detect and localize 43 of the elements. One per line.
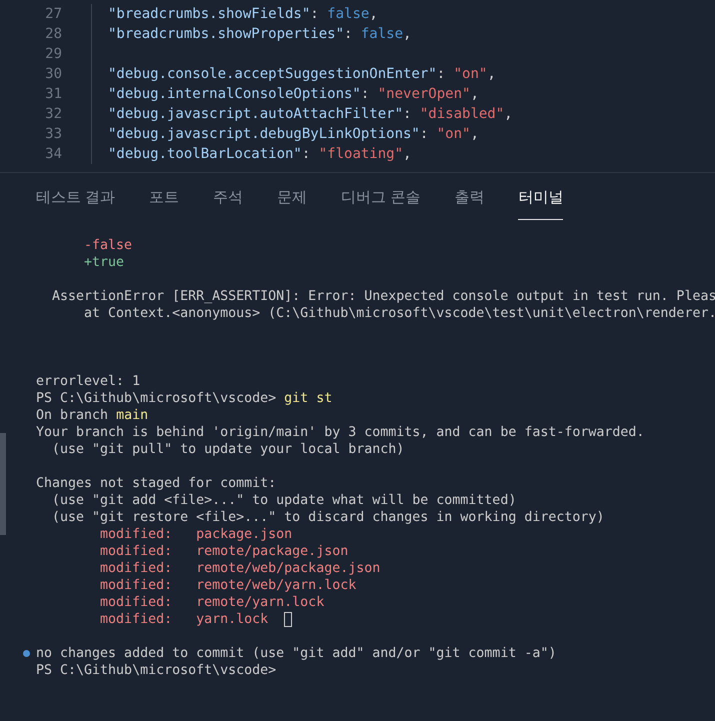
terminal-line: modified: remote/package.json bbox=[99, 543, 348, 560]
panel-tab[interactable]: 주석 bbox=[213, 186, 244, 220]
code-line: "debug.javascript.autoAttachFilter": "disabled", bbox=[108, 105, 513, 124]
code-line: "debug.toolBarLocation": "floating", bbox=[108, 145, 412, 164]
line-number: 28 bbox=[44, 25, 62, 44]
terminal-line: errorlevel: 1 bbox=[36, 373, 140, 390]
terminal-line: Changes not staged for commit: bbox=[36, 475, 276, 492]
panel-tab[interactable]: 포트 bbox=[149, 186, 180, 220]
terminal-line: (use "git add <file>..." to update what will be committed) bbox=[51, 492, 516, 509]
code-line: "debug.internalConsoleOptions": "neverOpen", bbox=[108, 85, 479, 104]
terminal-line: at Context.<anonymous> (C:\Github\microsoft\vscode\test\unit\electron\renderer. bbox=[83, 305, 715, 322]
panel-tab[interactable]: 터미널 bbox=[518, 186, 564, 220]
terminal-line: -false bbox=[83, 237, 132, 254]
panel-tab[interactable]: 테스트 결과 bbox=[36, 186, 116, 220]
terminal-line: +true bbox=[83, 254, 124, 271]
line-number: 30 bbox=[44, 65, 62, 84]
line-number: 34 bbox=[44, 145, 62, 164]
line-number: 32 bbox=[44, 105, 62, 124]
terminal-line: (use "git pull" to update your local branch) bbox=[51, 441, 404, 458]
code-line: "breadcrumbs.showProperties": false, bbox=[108, 25, 412, 44]
line-number: 33 bbox=[44, 125, 62, 144]
terminal-line: modified: yarn.lock bbox=[99, 611, 268, 628]
terminal-line: PS C:\Github\microsoft\vscode> bbox=[36, 662, 276, 679]
code-line: "debug.console.acceptSuggestionOnEnter": "on", bbox=[108, 65, 496, 84]
code-line: "breadcrumbs.showFields": false, bbox=[108, 5, 378, 24]
code-line: "debug.javascript.debugByLinkOptions": "on", bbox=[108, 125, 479, 144]
terminal-line: modified: remote/yarn.lock bbox=[99, 594, 324, 611]
terminal-line: PS C:\Github\microsoft\vscode> git st bbox=[36, 390, 332, 407]
line-number: 27 bbox=[44, 5, 62, 24]
panel-tab[interactable]: 디버그 콘솔 bbox=[341, 186, 420, 220]
terminal-line: AssertionError [ERR_ASSERTION]: Error: Unexpected console output in test run. Pleas bbox=[51, 288, 715, 305]
terminal-line: (use "git restore <file>..." to discard changes in working directory) bbox=[51, 509, 604, 526]
terminal-line: On branch main bbox=[36, 407, 148, 424]
terminal-line: Your branch is behind 'origin/main' by 3 commits, and can be fast-forwarded. bbox=[36, 424, 644, 441]
terminal-line: modified: package.json bbox=[99, 526, 292, 543]
terminal-line: modified: remote/web/package.json bbox=[99, 560, 380, 577]
panel-tab[interactable]: 문제 bbox=[277, 186, 308, 220]
command-decoration-icon[interactable] bbox=[23, 650, 30, 657]
line-number: 31 bbox=[44, 85, 62, 104]
line-number: 29 bbox=[44, 45, 62, 64]
terminal-line: no changes added to commit (use "git add" and/or "git commit -a") bbox=[36, 645, 556, 662]
panel-tab[interactable]: 출력 bbox=[454, 186, 484, 220]
terminal-line: modified: remote/web/yarn.lock bbox=[99, 577, 356, 594]
